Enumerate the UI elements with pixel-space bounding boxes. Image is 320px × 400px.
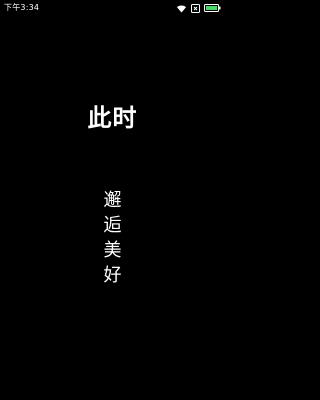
phrase-char-2: 逅 bbox=[103, 215, 122, 236]
status-time: 下午3:34 bbox=[4, 3, 40, 12]
status-bar: 下午3:34 bbox=[0, 0, 225, 16]
wifi-icon bbox=[176, 4, 187, 13]
phrase-char-4: 好 bbox=[103, 265, 122, 286]
vertical-phrase: 邂 逅 美 好 bbox=[0, 188, 225, 288]
phrase-char-3: 美 bbox=[103, 240, 122, 261]
phrase-char-1: 邂 bbox=[103, 190, 122, 211]
battery-icon bbox=[204, 4, 221, 12]
sim-off-icon bbox=[191, 3, 200, 13]
headline-text: 此时 bbox=[87, 104, 138, 132]
status-icons bbox=[176, 0, 221, 16]
